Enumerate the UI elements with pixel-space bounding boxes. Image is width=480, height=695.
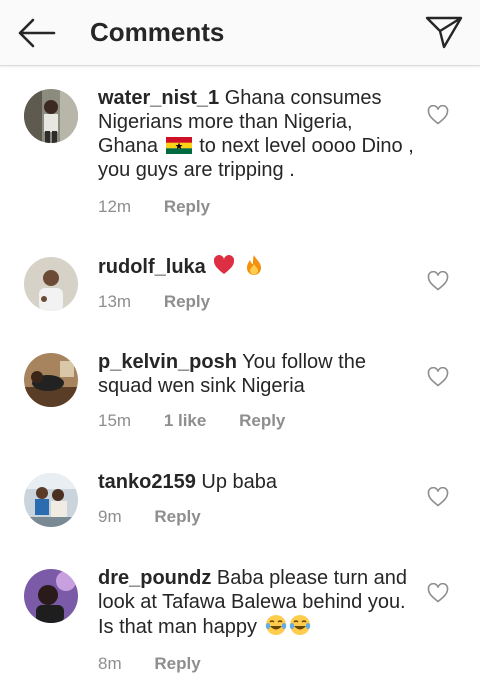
avatar[interactable] [24, 89, 78, 143]
reply-button[interactable]: Reply [154, 654, 200, 673]
comment-username[interactable]: p_kelvin_posh [98, 351, 237, 373]
comment-timestamp: 9m [98, 507, 122, 526]
like-heart-icon[interactable] [427, 105, 449, 125]
like-heart-icon[interactable] [427, 583, 449, 603]
comment-body: dre_poundz Baba please turn and look at … [98, 566, 416, 675]
comment-text: dre_poundz Baba please turn and look at … [98, 566, 416, 639]
arrow-left-icon[interactable] [16, 16, 56, 50]
reply-button[interactable]: Reply [154, 507, 200, 526]
comment-timestamp: 12m [98, 197, 132, 216]
reply-button[interactable]: Reply [164, 292, 210, 311]
comment-meta: 9m Reply [98, 506, 416, 528]
comment-username[interactable]: water_nist_1 [98, 87, 219, 109]
comment-timestamp: 13m [98, 292, 132, 311]
red-heart-emoji [213, 254, 235, 276]
fire-emoji [243, 254, 265, 276]
comment-username[interactable]: dre_poundz [98, 567, 211, 589]
comment-meta: 12m Reply [98, 196, 416, 218]
comment-text: p_kelvin_posh You follow the squad wen s… [98, 350, 416, 398]
page-title: Comments [90, 17, 225, 47]
ghana-flag-emoji [165, 137, 192, 154]
avatar[interactable] [24, 353, 78, 407]
comment-text: rudolf_luka [98, 254, 416, 279]
comment-meta: 8m Reply [98, 653, 416, 675]
like-heart-icon[interactable] [427, 367, 449, 387]
comment-text: tanko2159 Up baba [98, 470, 416, 494]
avatar[interactable] [24, 569, 78, 623]
comment-body: rudolf_luka 13m Reply [98, 254, 416, 313]
avatar[interactable] [24, 257, 78, 311]
reply-button[interactable]: Reply [164, 197, 210, 216]
comment-content: Up baba [201, 471, 278, 493]
comment-body: tanko2159 Up baba 9m Reply [98, 470, 416, 528]
like-heart-icon[interactable] [427, 487, 449, 507]
tears-of-joy-emoji [289, 614, 311, 636]
comments-header: Comments [0, 0, 480, 66]
comment-body: p_kelvin_posh You follow the squad wen s… [98, 350, 416, 432]
comment-text: water_nist_1 Ghana consumes Nigerians mo… [98, 86, 416, 182]
comment-username[interactable]: tanko2159 [98, 471, 196, 493]
avatar[interactable] [24, 473, 78, 527]
reply-button[interactable]: Reply [239, 411, 285, 430]
comment-timestamp: 8m [98, 654, 122, 673]
likes-count-button[interactable]: 1 like [164, 411, 207, 430]
comment-meta: 13m Reply [98, 291, 416, 313]
comment-body: water_nist_1 Ghana consumes Nigerians mo… [98, 86, 416, 218]
comment-timestamp: 15m [98, 411, 132, 430]
tears-of-joy-emoji [265, 614, 287, 636]
like-heart-icon[interactable] [427, 271, 449, 291]
paper-plane-icon[interactable] [424, 14, 464, 50]
comment-username[interactable]: rudolf_luka [98, 256, 206, 278]
comment-meta: 15m 1 like Reply [98, 410, 416, 432]
